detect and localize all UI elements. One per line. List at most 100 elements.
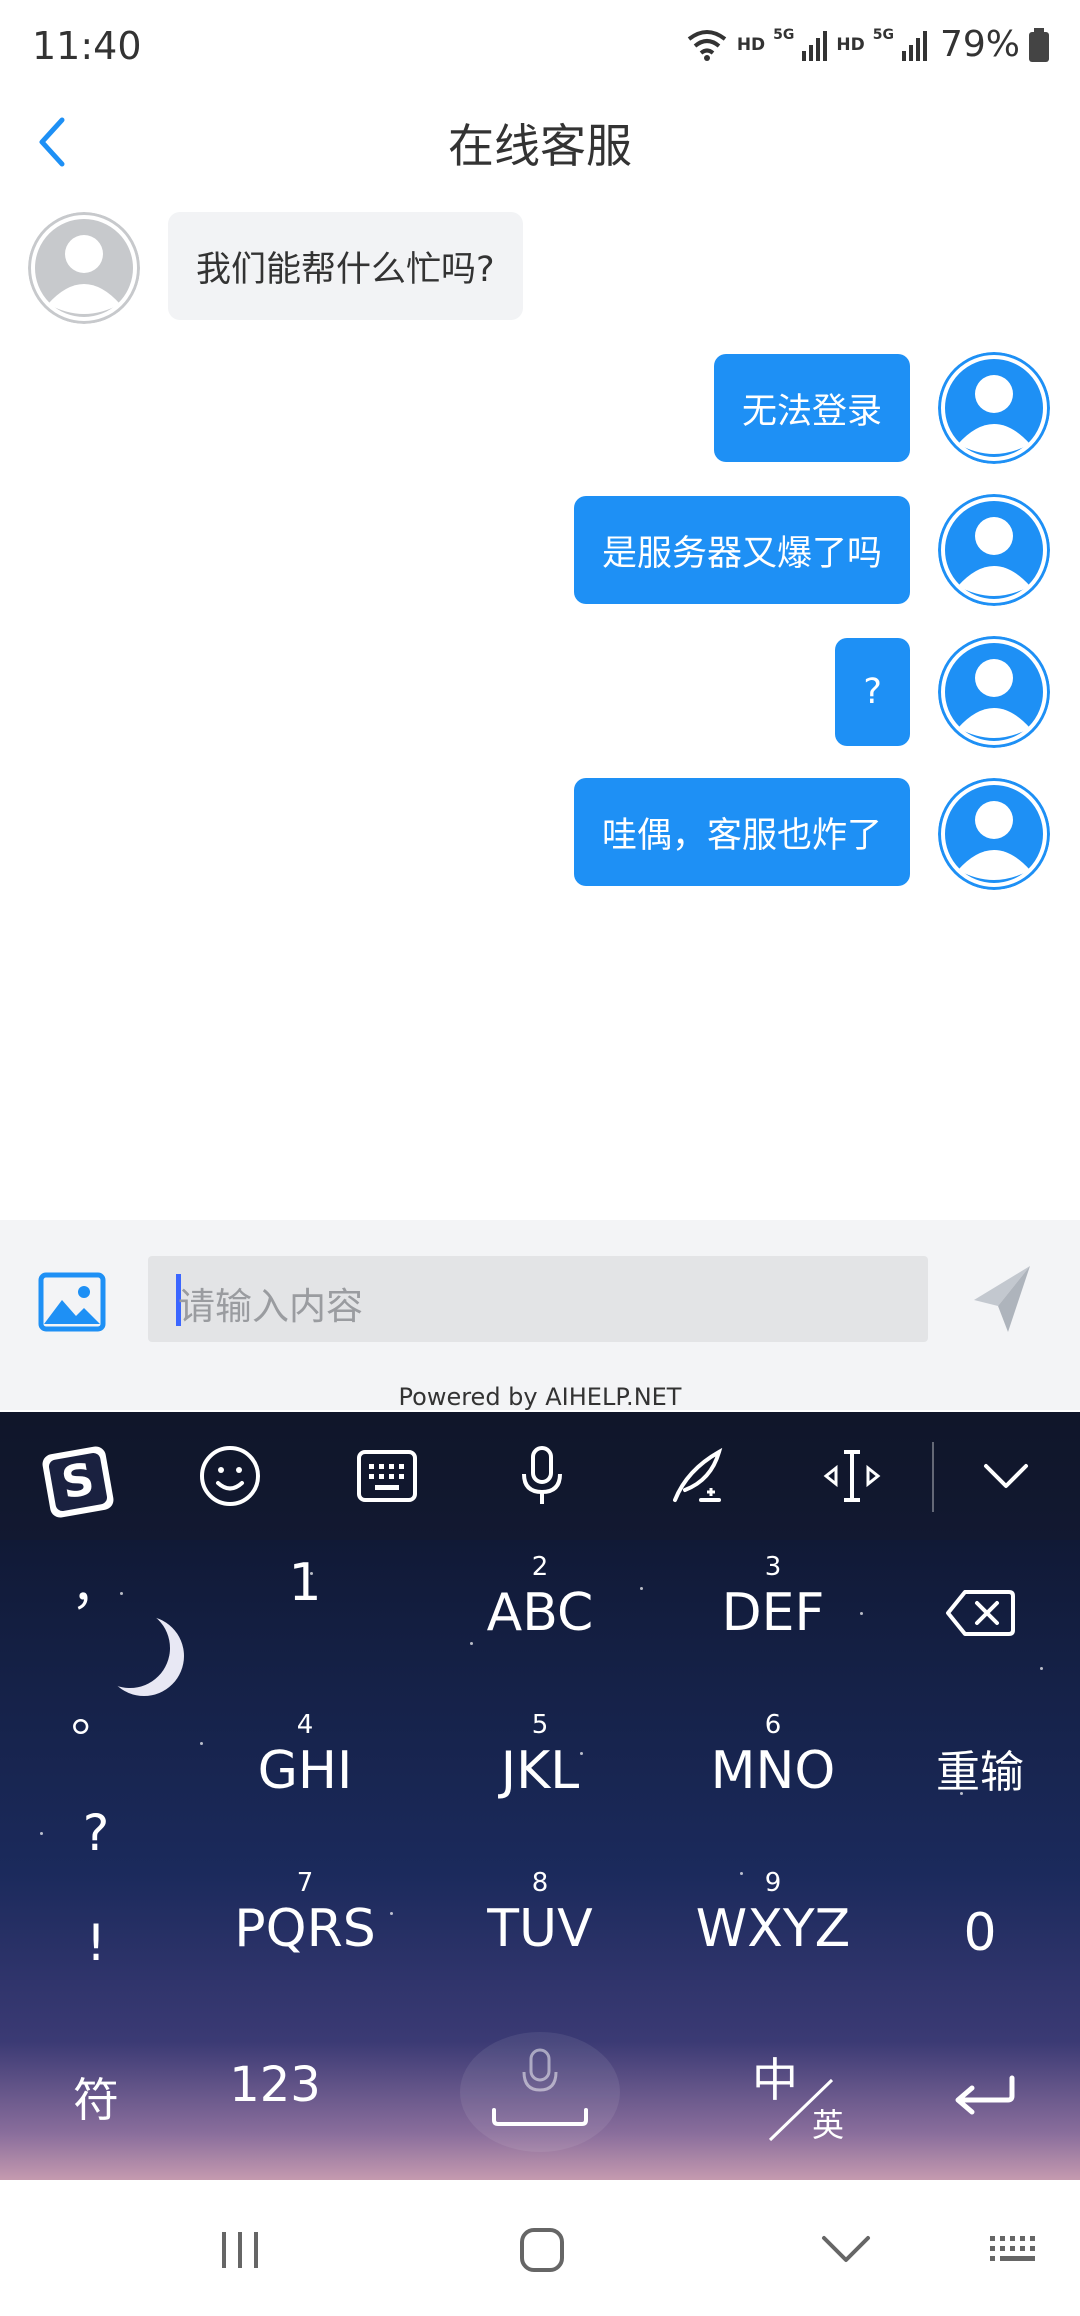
user-avatar <box>938 636 1050 748</box>
key-7-num: 7 <box>296 1868 314 1898</box>
enter-button[interactable] <box>940 2070 1030 2124</box>
key-6-num: 6 <box>764 1710 782 1740</box>
microphone-icon <box>492 2048 588 2126</box>
key-1[interactable]: 1 <box>215 1552 395 1614</box>
key-5-label: JKL <box>500 1741 580 1801</box>
home-icon <box>520 2228 564 2272</box>
key-symbols[interactable]: 符 <box>66 2064 126 2130</box>
star <box>40 1832 43 1835</box>
key-exclaim[interactable]: ! <box>66 1914 126 1972</box>
system-nav-bar <box>0 2180 1080 2316</box>
5g-badge: 5G <box>773 26 795 43</box>
key-3[interactable]: 3 DEF <box>683 1552 863 1644</box>
sogou-logo-button[interactable]: S <box>40 1444 114 1518</box>
send-icon <box>974 1266 1030 1332</box>
user-avatar <box>938 778 1050 890</box>
person-icon <box>938 352 1050 464</box>
enter-icon <box>955 2075 1015 2115</box>
toolbar-divider <box>932 1442 934 1512</box>
send-button[interactable] <box>970 1262 1034 1336</box>
key-0[interactable]: 0 <box>930 1902 1030 1964</box>
space-voice-button[interactable] <box>460 2032 620 2152</box>
key-period[interactable]: 。 <box>66 1674 126 1746</box>
key-8[interactable]: 8 TUV <box>450 1868 630 1960</box>
key-comma[interactable]: ， <box>66 1547 126 1619</box>
status-icons: HD 5G HD 5G 79% <box>685 24 1050 65</box>
star <box>1040 1667 1043 1670</box>
key-9-label: WXYZ <box>695 1899 851 1959</box>
key-8-label: TUV <box>487 1899 593 1959</box>
image-upload-button[interactable] <box>38 1272 106 1332</box>
key-2[interactable]: 2 ABC <box>450 1552 630 1644</box>
key-1-label: 1 <box>288 1553 322 1613</box>
agent-message-bubble: 我们能帮什么忙吗? <box>168 212 523 320</box>
language-switch-button[interactable]: 中 英 <box>740 2044 860 2144</box>
battery-percent: 79% <box>939 24 1020 65</box>
keyboard-layout-button[interactable] <box>355 1444 419 1508</box>
recents-button[interactable] <box>210 2220 270 2280</box>
keyboard-icon <box>357 1450 417 1502</box>
key-4[interactable]: 4 GHI <box>215 1710 395 1802</box>
key-7[interactable]: 7 PQRS <box>215 1868 395 1960</box>
5g-badge-2: 5G <box>872 26 894 43</box>
person-icon <box>28 212 140 324</box>
emoji-button[interactable] <box>198 1444 262 1508</box>
keyboard-toolbar: S <box>0 1412 1080 1540</box>
input-bar: 请输入内容 <box>0 1220 1080 1410</box>
reset-button[interactable]: 重输 <box>920 1742 1040 1804</box>
signal-icon-2 <box>901 30 927 61</box>
person-icon <box>938 636 1050 748</box>
user-message-bubble: ? <box>835 638 910 746</box>
key-5-num: 5 <box>531 1710 549 1740</box>
backspace-icon <box>946 1590 1015 1636</box>
key-3-label: DEF <box>721 1583 825 1643</box>
keyboard-icon <box>990 2236 1035 2261</box>
numbers-button[interactable]: 123 <box>215 2054 335 2116</box>
star <box>200 1742 203 1745</box>
key-question[interactable]: ? <box>66 1804 126 1862</box>
voice-button[interactable] <box>510 1444 574 1508</box>
backspace-button[interactable] <box>930 1588 1030 1642</box>
user-avatar <box>938 352 1050 464</box>
home-button[interactable] <box>512 2220 572 2280</box>
chat-list: 我们能帮什么忙吗? 无法登录 是服务器又爆了吗 ? 哇偶，客服也炸了 <box>0 200 1080 1220</box>
key-7-label: PQRS <box>234 1899 376 1959</box>
star <box>640 1587 643 1590</box>
lang-en-label: 英 <box>812 2106 845 2144</box>
user-message-bubble: 是服务器又爆了吗 <box>573 496 910 604</box>
smiley-icon <box>200 1446 260 1506</box>
user-message-bubble: 无法登录 <box>713 354 910 462</box>
numbers-label: 123 <box>229 2057 321 2113</box>
battery-icon <box>1029 27 1049 62</box>
key-3-num: 3 <box>764 1552 782 1582</box>
header: 在线客服 <box>0 96 1080 186</box>
person-icon <box>938 494 1050 606</box>
chevron-down-icon <box>984 1464 1028 1488</box>
key-5[interactable]: 5 JKL <box>450 1710 630 1802</box>
text-cursor-icon <box>823 1450 881 1502</box>
key-2-label: ABC <box>486 1583 594 1643</box>
hd-badge: HD <box>736 34 766 55</box>
hd-badge-2: HD <box>836 34 865 55</box>
hide-keyboard-button[interactable] <box>974 1444 1038 1508</box>
reset-label: 重输 <box>936 1747 1024 1798</box>
message-input[interactable]: 请输入内容 <box>148 1256 928 1342</box>
signal-icon <box>802 30 828 61</box>
user-message-bubble: 哇偶，客服也炸了 <box>573 778 910 886</box>
back-nav-button[interactable] <box>816 2220 876 2280</box>
key-0-label: 0 <box>963 1903 997 1963</box>
handwriting-button[interactable] <box>665 1444 729 1508</box>
keyboard-switch-button[interactable] <box>986 2220 1046 2280</box>
chevron-down-icon <box>822 2236 870 2262</box>
key-6[interactable]: 6 MNO <box>683 1710 863 1802</box>
key-9[interactable]: 9 WXYZ <box>683 1868 863 1960</box>
status-time: 11:40 <box>32 24 142 68</box>
key-4-num: 4 <box>296 1710 314 1740</box>
cursor-move-button[interactable] <box>820 1444 884 1508</box>
powered-by-text: Powered by AIHELP.NET <box>398 1383 682 1411</box>
wifi-icon <box>687 29 727 61</box>
person-icon <box>938 778 1050 890</box>
input-placeholder: 请输入内容 <box>178 1285 363 1328</box>
status-bar: 11:40 HD 5G HD 5G 79% <box>0 0 1080 96</box>
key-4-label: GHI <box>257 1741 353 1801</box>
